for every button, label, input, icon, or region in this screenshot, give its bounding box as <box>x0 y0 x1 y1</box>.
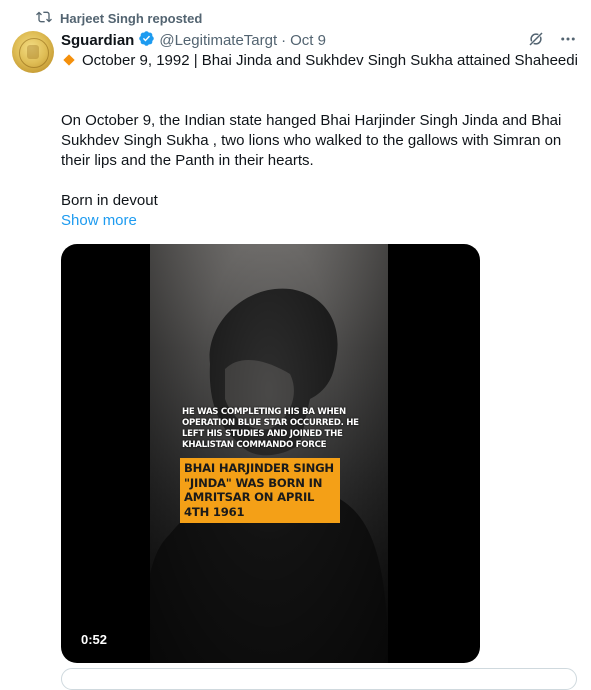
show-more-link[interactable]: Show more <box>61 211 137 231</box>
author-name[interactable]: Sguardian <box>61 32 134 49</box>
video-highlight-text: BHAI HARJINDER SINGH "JINDA" WAS BORN IN… <box>180 458 340 523</box>
author-handle[interactable]: @LegitimateTargt <box>159 32 277 49</box>
video-duration: 0:52 <box>81 632 108 647</box>
quoted-card-edge[interactable] <box>61 668 577 690</box>
tweet-text-paragraph-2: On October 9, the Indian state hanged Bh… <box>61 112 562 169</box>
repost-label: Harjeet Singh reposted <box>60 10 203 26</box>
separator-dot: · <box>281 31 287 49</box>
orange-diamond-icon <box>63 54 75 66</box>
more-options-icon[interactable] <box>559 30 577 53</box>
tweet-header: Sguardian @LegitimateTargt · Oct 9 <box>61 30 326 51</box>
tweet-line-1: October 9, 1992 | Bhai Jinda and Sukhdev… <box>82 52 578 69</box>
tweet-text-paragraph-1: October 9, 1992 | Bhai Jinda and Sukhdev… <box>61 51 581 71</box>
tweet-text-paragraph-3: Born in devout <box>61 192 158 209</box>
video-vignette <box>150 244 388 663</box>
tweet-actions-top <box>527 30 577 53</box>
tweet-date[interactable]: Oct 9 <box>290 32 326 49</box>
verified-icon[interactable] <box>138 30 155 51</box>
repost-indicator[interactable]: Harjeet Singh reposted <box>36 8 202 28</box>
video-player[interactable]: HE WAS COMPLETING HIS BA WHEN OPERATION … <box>61 244 480 663</box>
video-caption: HE WAS COMPLETING HIS BA WHEN OPERATION … <box>182 407 359 450</box>
avatar[interactable] <box>12 31 54 73</box>
repost-icon <box>36 9 52 28</box>
grok-icon[interactable] <box>527 30 545 53</box>
